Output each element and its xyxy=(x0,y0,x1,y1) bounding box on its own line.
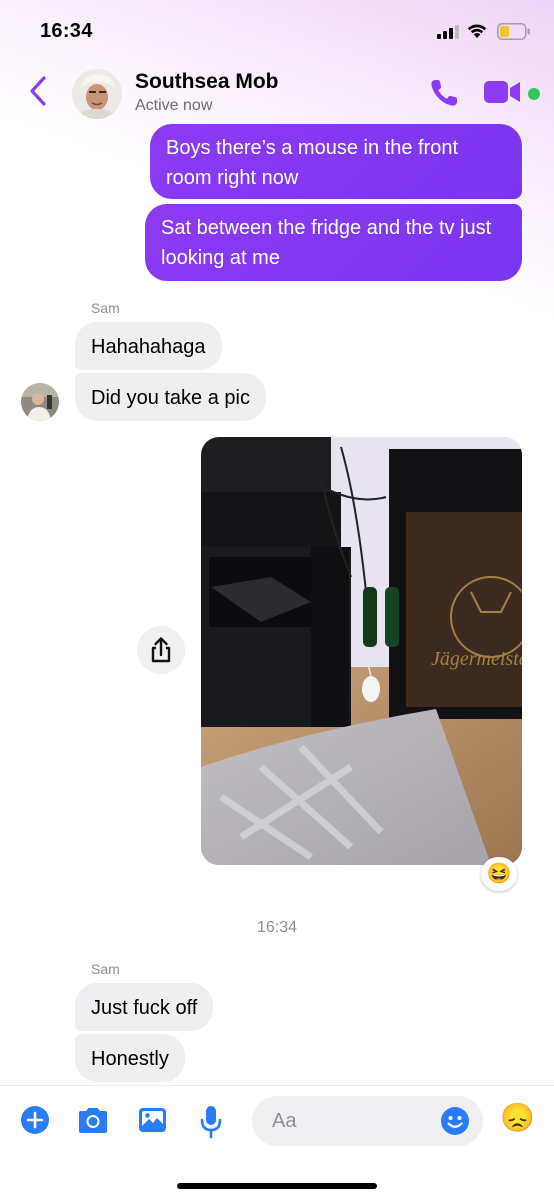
share-button[interactable] xyxy=(137,626,185,674)
gallery-icon[interactable] xyxy=(137,1105,168,1135)
incoming-message[interactable]: Did you take a pic xyxy=(75,373,266,421)
group-avatar[interactable] xyxy=(72,69,122,119)
incoming-message[interactable]: Just fuck off xyxy=(75,983,214,1031)
message-timestamp: 16:34 xyxy=(256,919,298,936)
battery-icon xyxy=(497,23,530,40)
camera-icon[interactable] xyxy=(76,1105,110,1135)
message-text: Did you take a pic xyxy=(91,387,250,409)
microphone-icon[interactable] xyxy=(199,1105,223,1139)
wifi-icon xyxy=(467,24,487,38)
signal-icon xyxy=(437,25,459,39)
incoming-message[interactable]: Honestly xyxy=(75,1034,185,1082)
message-text: Just fuck off xyxy=(91,997,198,1019)
share-icon xyxy=(151,637,171,663)
sender-name: Sam xyxy=(91,300,120,316)
message-text: Boys there’s a mouse in the front room r… xyxy=(166,137,459,189)
status-time: 16:34 xyxy=(40,20,93,42)
conversation-header: Southsea Mob Active now xyxy=(0,66,554,122)
online-indicator xyxy=(528,88,540,100)
reaction-badge[interactable]: 😆 xyxy=(481,857,517,891)
message-text: Honestly xyxy=(91,1048,169,1070)
video-camera-icon[interactable] xyxy=(484,79,522,105)
photo-message[interactable]: Jägermeister xyxy=(201,437,522,865)
home-indicator xyxy=(177,1183,377,1189)
photo-label: Jägermeister xyxy=(431,648,522,670)
outgoing-message[interactable]: Sat between the fridge and the tv just l… xyxy=(145,204,522,281)
sender-avatar[interactable] xyxy=(21,383,59,421)
message-text: Sat between the fridge and the tv just l… xyxy=(161,217,492,269)
outgoing-message[interactable]: Boys there’s a mouse in the front room r… xyxy=(150,124,522,199)
active-status: Active now xyxy=(135,97,213,114)
incoming-message[interactable]: Hahahahaga xyxy=(75,322,222,370)
plus-icon[interactable] xyxy=(20,1105,50,1135)
conversation-title: Southsea Mob xyxy=(135,70,279,93)
status-bar: 16:34 xyxy=(0,0,554,66)
smiley-icon[interactable] xyxy=(440,1106,470,1136)
sender-name: Sam xyxy=(91,961,120,977)
message-input[interactable]: Aa xyxy=(252,1096,483,1146)
quick-reaction-button[interactable]: 😞 xyxy=(500,1100,535,1136)
message-text: Hahahahaga xyxy=(91,336,206,358)
message-input-placeholder: Aa xyxy=(272,1110,297,1132)
back-chevron-icon[interactable] xyxy=(28,74,48,108)
phone-icon[interactable] xyxy=(428,77,460,109)
